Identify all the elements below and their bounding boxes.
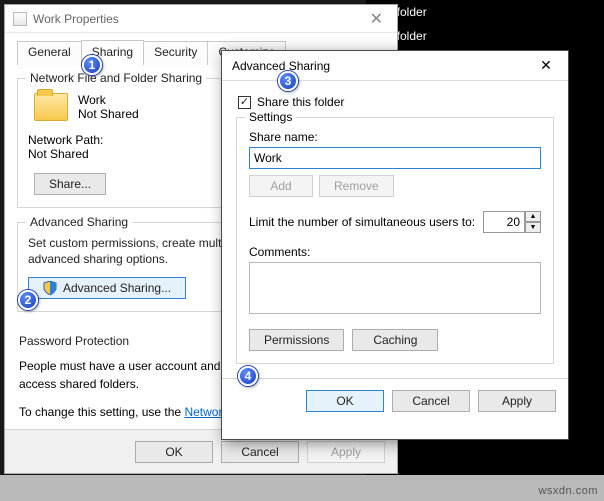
close-icon[interactable]: ✕ — [364, 9, 389, 29]
share-name-label: Share name: — [249, 130, 541, 144]
tab-general[interactable]: General — [17, 41, 82, 65]
group-title: Network File and Folder Sharing — [26, 71, 206, 85]
cancel-button[interactable]: Cancel — [221, 441, 299, 463]
titlebar[interactable]: Work Properties ✕ — [5, 5, 397, 33]
share-this-folder-label: Share this folder — [257, 95, 344, 109]
settings-group: Settings Share name: Add Remove Limit th… — [236, 117, 554, 364]
comments-label: Comments: — [249, 245, 541, 259]
folder-name: Work — [78, 93, 139, 107]
titlebar[interactable]: Advanced Sharing ✕ — [222, 51, 568, 81]
group-title: Password Protection — [19, 334, 129, 348]
limit-input[interactable] — [483, 211, 525, 233]
remove-button[interactable]: Remove — [319, 175, 394, 197]
group-title: Advanced Sharing — [26, 215, 132, 229]
callout-1: 1 — [82, 55, 102, 75]
add-button[interactable]: Add — [249, 175, 313, 197]
comments-input[interactable] — [249, 262, 541, 314]
limit-label: Limit the number of simultaneous users t… — [249, 215, 475, 229]
watermark: wsxdn.com — [538, 485, 598, 497]
callout-2: 2 — [18, 290, 38, 310]
folder-icon — [13, 12, 27, 26]
permissions-button[interactable]: Permissions — [249, 329, 344, 351]
ok-button[interactable]: OK — [306, 390, 384, 412]
shield-icon — [43, 281, 57, 295]
bg-row: File folder — [366, 0, 604, 24]
tab-security[interactable]: Security — [143, 41, 208, 65]
callout-3: 3 — [278, 71, 298, 91]
callout-4: 4 — [238, 366, 258, 386]
folder-icon — [34, 93, 68, 121]
group-title: Settings — [245, 110, 296, 124]
folder-status: Not Shared — [78, 107, 139, 121]
window-title: Advanced Sharing — [232, 59, 528, 73]
ok-button[interactable]: OK — [135, 441, 213, 463]
window-title: Work Properties — [33, 12, 364, 26]
cancel-button[interactable]: Cancel — [392, 390, 470, 412]
apply-button[interactable]: Apply — [478, 390, 556, 412]
spin-down-icon[interactable]: ▼ — [525, 222, 541, 233]
bg-row: File folder — [366, 24, 604, 48]
advanced-sharing-dialog: Advanced Sharing ✕ ✓ Share this folder S… — [221, 50, 569, 440]
share-this-folder-checkbox[interactable]: ✓ — [238, 96, 251, 109]
advanced-sharing-button-label: Advanced Sharing... — [63, 281, 171, 295]
bg-strip — [0, 475, 604, 501]
close-icon[interactable]: ✕ — [528, 57, 564, 74]
share-name-input[interactable] — [249, 147, 541, 169]
dialog-buttons: OK Cancel Apply — [222, 378, 568, 422]
caching-button[interactable]: Caching — [352, 329, 438, 351]
share-button[interactable]: Share... — [34, 173, 106, 195]
passprot-text2: To change this setting, use the — [19, 405, 184, 419]
advanced-sharing-button[interactable]: Advanced Sharing... — [28, 277, 186, 299]
apply-button[interactable]: Apply — [307, 441, 385, 463]
spin-up-icon[interactable]: ▲ — [525, 211, 541, 222]
